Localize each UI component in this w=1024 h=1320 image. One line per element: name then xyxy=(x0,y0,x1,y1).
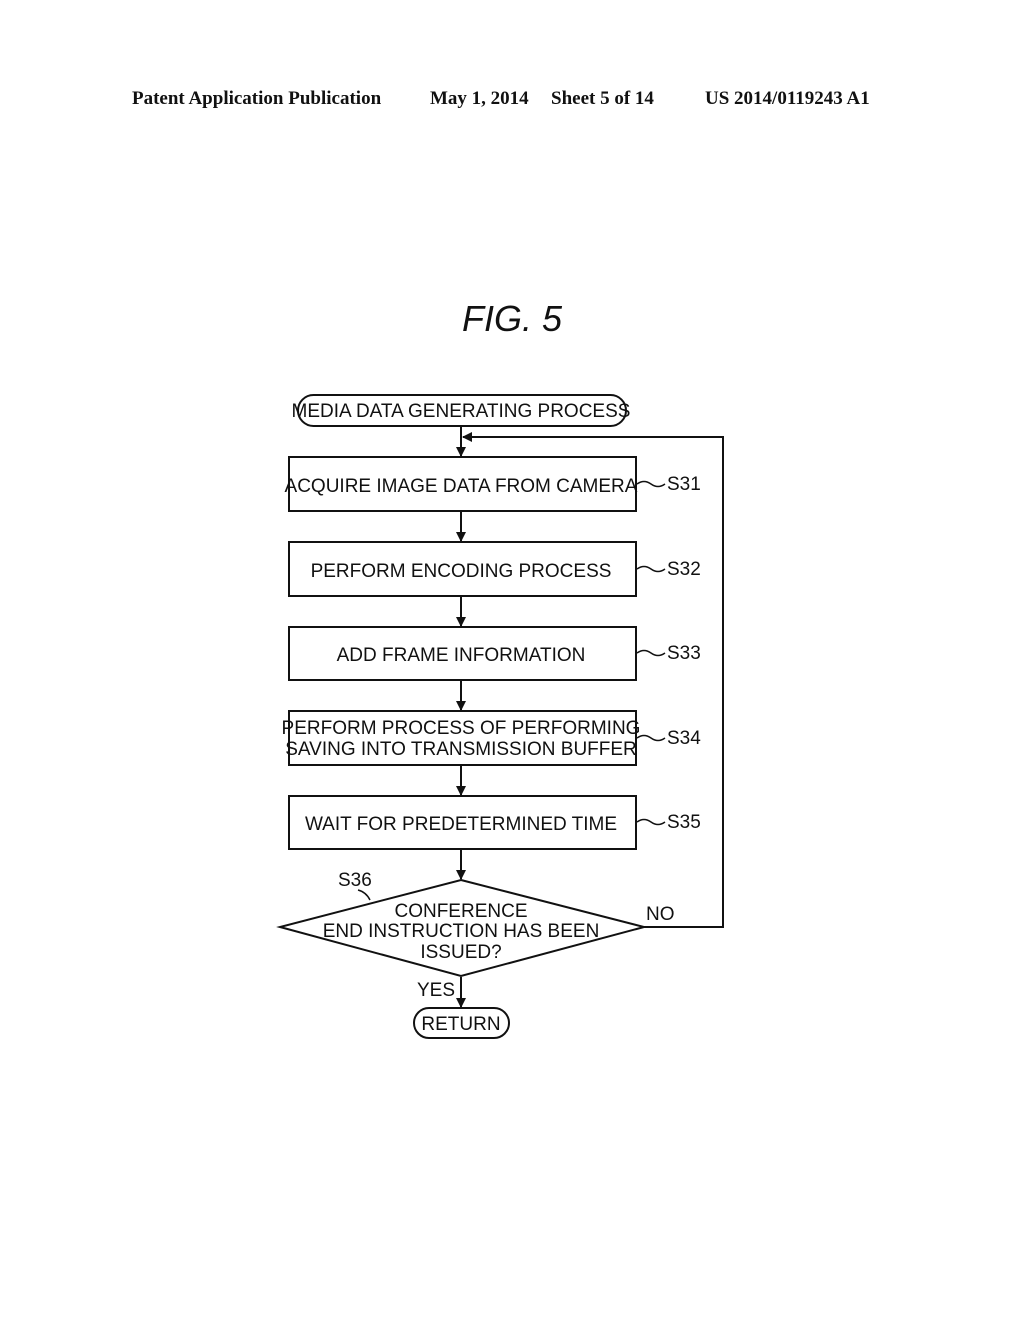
step-s34-text-line1: PERFORM PROCESS OF PERFORMING xyxy=(282,718,641,739)
step-s35-text: WAIT FOR PREDETERMINED TIME xyxy=(305,814,617,835)
yes-label: YES xyxy=(417,980,455,1001)
start-terminal-label: MEDIA DATA GENERATING PROCESS xyxy=(292,401,631,422)
leader-line xyxy=(636,565,666,573)
step-s35-id: S35 xyxy=(667,812,701,833)
decision-text-line1: CONFERENCE xyxy=(394,901,527,922)
start-terminal: MEDIA DATA GENERATING PROCESS xyxy=(292,394,631,427)
decision-text-line3: ISSUED? xyxy=(420,942,501,963)
decision-id: S36 xyxy=(338,870,372,891)
step-s32: PERFORM ENCODING PROCESS S32 xyxy=(288,541,701,597)
end-terminal-label: RETURN xyxy=(421,1014,500,1035)
leader-line xyxy=(357,889,371,901)
flowchart: MEDIA DATA GENERATING PROCESS ACQUIRE IM… xyxy=(276,394,724,1039)
decision-text-line2: END INSTRUCTION HAS BEEN xyxy=(323,921,600,942)
step-s33: ADD FRAME INFORMATION S33 xyxy=(288,626,701,681)
no-label: NO xyxy=(646,904,675,925)
leader-line xyxy=(636,734,666,742)
step-s34-id: S34 xyxy=(667,728,701,749)
step-s34: PERFORM PROCESS OF PERFORMING SAVING INT… xyxy=(282,710,701,766)
step-s32-text: PERFORM ENCODING PROCESS xyxy=(311,561,612,582)
leader-line xyxy=(636,649,666,657)
decision-s36: CONFERENCE END INSTRUCTION HAS BEEN ISSU… xyxy=(276,870,675,1001)
step-s31-text: ACQUIRE IMAGE DATA FROM CAMERA xyxy=(285,476,638,497)
step-s31-id: S31 xyxy=(667,474,701,495)
step-s34-text-line2: SAVING INTO TRANSMISSION BUFFER xyxy=(285,739,637,760)
step-s32-id: S32 xyxy=(667,559,701,580)
step-s35: WAIT FOR PREDETERMINED TIME S35 xyxy=(288,795,701,850)
leader-line xyxy=(636,480,666,488)
step-s33-id: S33 xyxy=(667,643,701,664)
leader-line xyxy=(636,818,666,826)
step-s33-text: ADD FRAME INFORMATION xyxy=(337,645,586,666)
end-terminal: RETURN xyxy=(413,1007,510,1039)
step-s31: ACQUIRE IMAGE DATA FROM CAMERA S31 xyxy=(285,456,701,512)
